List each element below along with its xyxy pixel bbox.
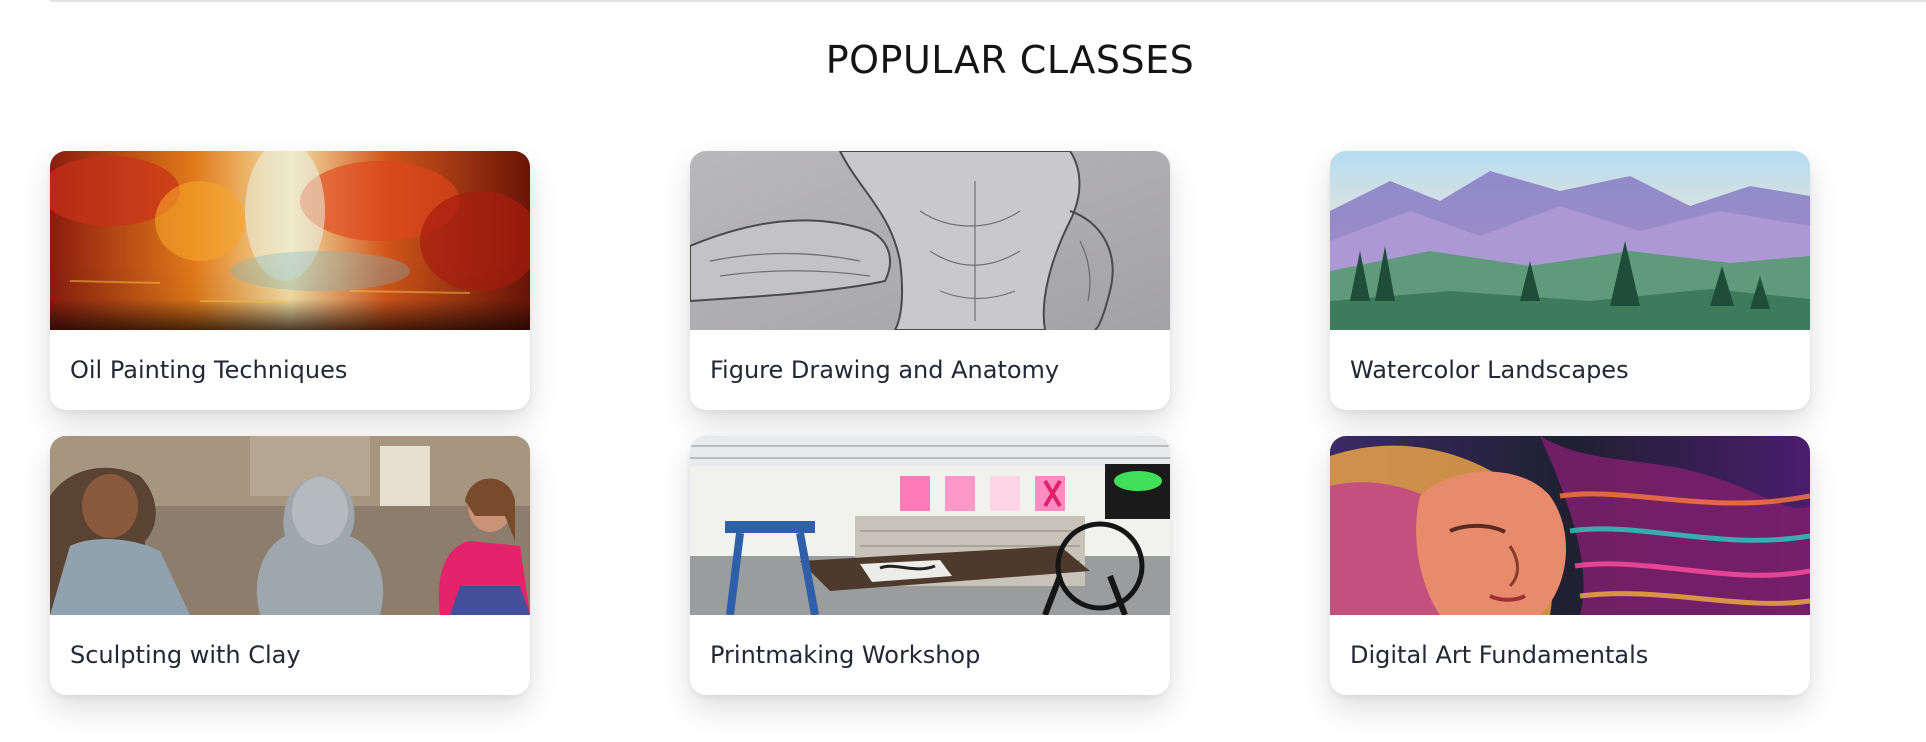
- class-title: Printmaking Workshop: [710, 641, 981, 669]
- figure-drawing-image: [690, 151, 1170, 330]
- class-title: Sculpting with Clay: [70, 641, 301, 669]
- class-card-printmaking[interactable]: Printmaking Workshop: [690, 436, 1170, 695]
- class-card-watercolor-landscapes[interactable]: Watercolor Landscapes: [1330, 151, 1810, 410]
- class-card-digital-art[interactable]: Digital Art Fundamentals: [1330, 436, 1810, 695]
- section-title: POPULAR CLASSES: [825, 38, 1195, 82]
- section-divider: [50, 0, 1926, 2]
- printmaking-image: [690, 436, 1170, 615]
- class-card-figure-drawing[interactable]: Figure Drawing and Anatomy: [690, 151, 1170, 410]
- sculpting-image: [50, 436, 530, 615]
- watercolor-landscape-image: [1330, 151, 1810, 330]
- class-title: Digital Art Fundamentals: [1350, 641, 1649, 669]
- digital-art-image: [1330, 436, 1810, 615]
- class-card-oil-painting[interactable]: Oil Painting Techniques: [50, 151, 530, 410]
- class-title: Figure Drawing and Anatomy: [710, 356, 1060, 384]
- oil-painting-image: [50, 151, 530, 330]
- classes-grid: Oil Painting Techniques Figure Drawing a…: [50, 151, 1810, 696]
- class-title: Watercolor Landscapes: [1350, 356, 1629, 384]
- class-title: Oil Painting Techniques: [70, 356, 348, 384]
- class-card-sculpting[interactable]: Sculpting with Clay: [50, 436, 530, 695]
